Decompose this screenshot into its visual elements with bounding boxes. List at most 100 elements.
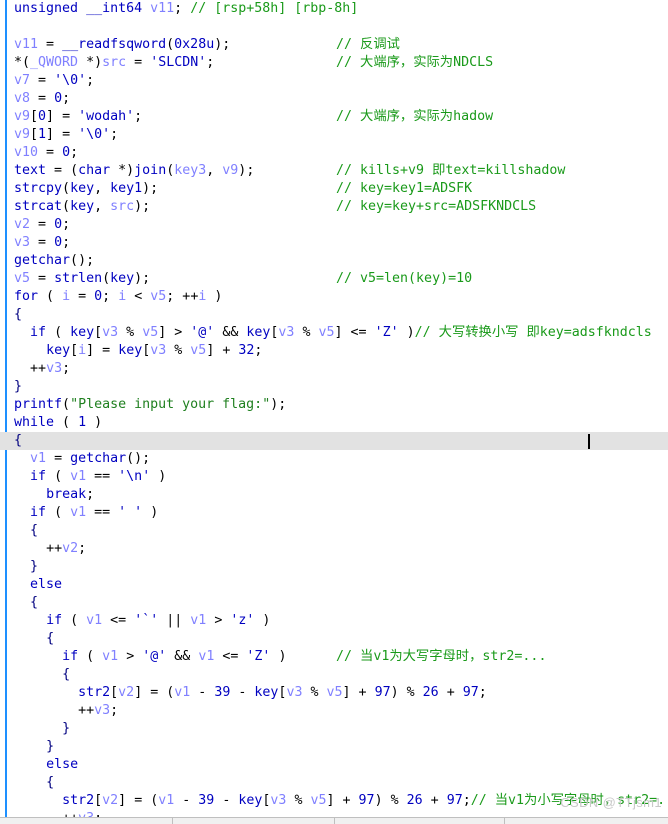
code-line[interactable]: unsigned __int64 v11; // [rsp+58h] [rbp-…: [0, 0, 668, 18]
code-line-text: {: [46, 631, 55, 646]
code-line[interactable]: key[i] = key[v3 % v5] + 32;: [0, 342, 668, 360]
code-line[interactable]: ++v2;: [0, 540, 668, 558]
code-line[interactable]: }: [0, 738, 668, 756]
code-line-text: {: [14, 307, 23, 322]
code-line[interactable]: while ( 1 ): [0, 414, 668, 432]
code-line-text: ++v3;: [78, 703, 119, 718]
code-line-text: v3 = 0;: [14, 235, 71, 250]
code-line[interactable]: printf("Please input your flag:");: [0, 396, 668, 414]
code-line[interactable]: ++v3;: [0, 702, 668, 720]
code-line-comment: // 大端序，实际为NDCLS: [336, 55, 494, 70]
code-line-text: str2[v2] = (v1 - 39 - key[v3 % v5] + 97)…: [78, 685, 487, 700]
code-line-text: ++v3;: [30, 361, 71, 376]
code-line[interactable]: {: [0, 594, 668, 612]
code-line[interactable]: {: [0, 666, 668, 684]
code-line[interactable]: strcat(key, src); // key=key+src=ADSFKNDC…: [0, 198, 668, 216]
code-line[interactable]: strcpy(key, key1); // key=key1=ADSFK: [0, 180, 668, 198]
code-line-text: }: [30, 559, 39, 574]
code-line[interactable]: v8 = 0;: [0, 90, 668, 108]
code-line-text: {: [14, 433, 23, 448]
code-line-text: if ( v1 == '\n' ): [30, 469, 167, 484]
code-line[interactable]: break;: [0, 486, 668, 504]
code-line[interactable]: if ( v1 > '@' && v1 <= 'Z' ) // 当v1为大写字母时…: [0, 648, 668, 666]
code-line[interactable]: {: [0, 432, 668, 450]
code-line-text: v7 = '\0';: [14, 73, 95, 88]
code-line[interactable]: {: [0, 774, 668, 792]
code-line-text: *(_QWORD *)src = 'SLCDN';: [14, 55, 215, 70]
code-line-comment: // key=key1=ADSFK: [336, 181, 473, 196]
code-line[interactable]: str2[v2] = (v1 - 39 - key[v3 % v5] + 97)…: [0, 792, 668, 810]
code-line-comment: // v5=len(key)=10: [336, 271, 473, 286]
code-line-text: }: [46, 739, 55, 754]
code-line-text: else: [46, 757, 79, 772]
code-line[interactable]: if ( v1 <= '`' || v1 > 'z' ): [0, 612, 668, 630]
code-line[interactable]: }: [0, 378, 668, 396]
code-line-text: printf("Please input your flag:");: [14, 397, 287, 412]
code-line-text: break;: [46, 487, 95, 502]
code-line[interactable]: text = (char *)join(key3, v9); // kills+v…: [0, 162, 668, 180]
code-line[interactable]: v11 = __readfsqword(0x28u); // 反调试: [0, 36, 668, 54]
code-line[interactable]: }: [0, 558, 668, 576]
code-line[interactable]: if ( v1 == ' ' ): [0, 504, 668, 522]
text-caret: [588, 434, 590, 449]
code-line[interactable]: v10 = 0;: [0, 144, 668, 162]
code-line[interactable]: v1 = getchar();: [0, 450, 668, 468]
code-line[interactable]: v5 = strlen(key); // v5=len(key)=10: [0, 270, 668, 288]
code-line[interactable]: else: [0, 756, 668, 774]
code-line[interactable]: getchar();: [0, 252, 668, 270]
code-line-text: text = (char *)join(key3, v9);: [14, 163, 255, 178]
code-line[interactable]: else: [0, 576, 668, 594]
code-line-text: if ( v1 == ' ' ): [30, 505, 159, 520]
code-line-text: strcpy(key, key1);: [14, 181, 159, 196]
bottom-status-strip: [0, 817, 668, 824]
code-line-text: {: [30, 523, 39, 538]
code-line-text: v11 = __readfsqword(0x28u);: [14, 37, 231, 52]
pseudocode-viewport[interactable]: unsigned __int64 v11; // [rsp+58h] [rbp-…: [0, 0, 668, 824]
code-line-text: }: [62, 721, 71, 736]
code-line[interactable]: for ( i = 0; i < v5; ++i ): [0, 288, 668, 306]
code-line[interactable]: v7 = '\0';: [0, 72, 668, 90]
code-line-text: }: [14, 379, 23, 394]
code-line-text: v2 = 0;: [14, 217, 71, 232]
code-line-text: {: [30, 595, 39, 610]
code-line[interactable]: {: [0, 522, 668, 540]
code-line[interactable]: v3 = 0;: [0, 234, 668, 252]
code-line-comment: // 反调试: [336, 37, 400, 52]
code-line-text: strcat(key, src);: [14, 199, 151, 214]
code-line-text: getchar();: [14, 253, 95, 268]
code-line-text: while ( 1 ): [14, 415, 103, 430]
code-line-text: if ( v1 > '@' && v1 <= 'Z' ): [62, 649, 287, 664]
code-line[interactable]: str2[v2] = (v1 - 39 - key[v3 % v5] + 97)…: [0, 684, 668, 702]
code-line-text: v1 = getchar();: [30, 451, 151, 466]
code-line[interactable]: ++v3;: [0, 360, 668, 378]
code-line[interactable]: *(_QWORD *)src = 'SLCDN'; // 大端序，实际为NDCLS: [0, 54, 668, 72]
code-line-text: v9[1] = '\0';: [14, 127, 119, 142]
code-line-text: for ( i = 0; i < v5; ++i ): [14, 289, 223, 304]
code-line-comment: // kills+v9 即text=killshadow: [336, 163, 566, 178]
code-line[interactable]: v2 = 0;: [0, 216, 668, 234]
code-line[interactable]: {: [0, 630, 668, 648]
code-line-text: v10 = 0;: [14, 145, 79, 160]
code-line-text: ++v2;: [46, 541, 87, 556]
code-line-text: str2[v2] = (v1 - 39 - key[v3 % v5] + 97)…: [62, 793, 668, 808]
code-line-text: v5 = strlen(key);: [14, 271, 151, 286]
code-line-comment: // key=key+src=ADSFKNDCLS: [336, 199, 537, 214]
code-line-text: v8 = 0;: [14, 91, 71, 106]
code-line-comment: // 大端序，实际为hadow: [336, 109, 494, 124]
code-line-text: if ( v1 <= '`' || v1 > 'z' ): [46, 613, 271, 628]
code-line[interactable]: [0, 18, 668, 36]
code-line[interactable]: if ( key[v3 % v5] > '@' && key[v3 % v5] …: [0, 324, 668, 342]
code-line-text: v9[0] = 'wodah';: [14, 109, 143, 124]
code-line-text: unsigned __int64 v11; // [rsp+58h] [rbp-…: [14, 1, 359, 16]
code-line-text: {: [46, 775, 55, 790]
code-lines-container[interactable]: unsigned __int64 v11; // [rsp+58h] [rbp-…: [0, 0, 668, 824]
code-line[interactable]: v9[0] = 'wodah'; // 大端序，实际为hadow: [0, 108, 668, 126]
code-line-text: {: [62, 667, 71, 682]
code-line[interactable]: v9[1] = '\0';: [0, 126, 668, 144]
code-line[interactable]: if ( v1 == '\n' ): [0, 468, 668, 486]
code-line-comment: // 当v1为大写字母时，str2=...: [336, 649, 547, 664]
code-line[interactable]: }: [0, 720, 668, 738]
code-line-text: else: [30, 577, 63, 592]
code-line-text: key[i] = key[v3 % v5] + 32;: [46, 343, 263, 358]
code-line[interactable]: {: [0, 306, 668, 324]
